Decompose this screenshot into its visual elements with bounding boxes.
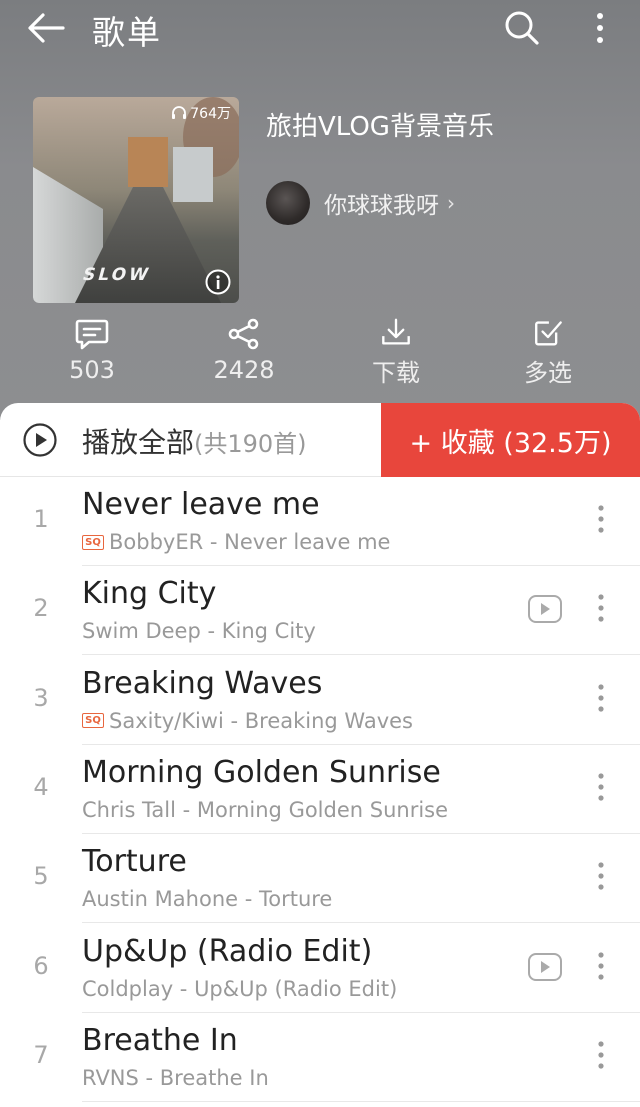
play-all-bar: 播放全部(共190首) + 收藏 (32.5万) [0, 403, 640, 477]
download-label: 下载 [372, 359, 420, 387]
more-vertical-icon [598, 683, 604, 712]
share-count: 2428 [213, 356, 275, 384]
song-more-button[interactable] [588, 856, 614, 896]
more-vertical-icon [598, 951, 604, 980]
sq-quality-badge: SQ [82, 713, 104, 729]
download-button[interactable]: 下载 [346, 318, 446, 388]
multi-select-button[interactable]: 多选 [498, 318, 598, 388]
song-artist-album: SQ BobbyER - Never leave me [82, 530, 390, 554]
song-title: Breathe In [82, 1022, 238, 1058]
song-artist-album: Swim Deep - King City [82, 619, 316, 643]
play-circle-icon [23, 423, 57, 457]
video-play-icon [528, 595, 562, 624]
more-vertical-icon [598, 1041, 604, 1069]
more-options-button[interactable] [585, 6, 615, 50]
song-title: Torture [82, 844, 187, 880]
song-row[interactable]: 6 Up&Up (Radio Edit) Coldplay - Up&Up (Rad… [0, 924, 640, 1013]
cover-house [128, 137, 168, 187]
creator-link[interactable]: 你球球我呀 › [266, 180, 455, 226]
song-title: Never leave me [82, 487, 320, 522]
info-button[interactable] [205, 269, 231, 295]
song-number: 7 [33, 1040, 49, 1069]
song-artist-album: Coldplay - Up&Up (Radio Edit) [82, 977, 397, 1001]
song-title: Breaking Waves [82, 665, 323, 701]
song-artist-album-text: Austin Mahone - Torture [82, 887, 333, 912]
arrow-left-icon [28, 13, 65, 43]
more-vertical-icon [598, 773, 604, 801]
cover-road-text: SLOW [80, 265, 154, 285]
song-title: King City [82, 576, 217, 612]
song-artist-album: RVNS - Breathe In [82, 1066, 269, 1090]
song-row[interactable]: 3 Breaking Waves SQ Saxity/Kiwi - Breaking … [0, 656, 640, 745]
creator-name: 你球球我呀 [324, 193, 439, 219]
more-vertical-icon [598, 505, 604, 533]
info-icon [205, 269, 231, 295]
mv-button[interactable] [527, 952, 563, 982]
sq-quality-badge: SQ [82, 534, 104, 550]
song-number: 1 [33, 505, 49, 533]
search-icon [505, 11, 539, 45]
song-row[interactable]: 4 Morning Golden Sunrise Chris Tall - Morn… [0, 745, 640, 834]
play-all-button[interactable] [22, 422, 58, 458]
top-bar: 歌单 [0, 0, 640, 56]
multi-select-label: 多选 [524, 359, 572, 387]
song-number: 3 [33, 683, 49, 712]
song-artist-album-text: Coldplay - Up&Up (Radio Edit) [82, 976, 398, 1001]
playlist-cover[interactable]: SLOW 764万 [33, 97, 239, 303]
song-list-sheet: 播放全部(共190首) + 收藏 (32.5万) 1 Never leave me… [0, 403, 640, 1107]
playlist-title: 旅拍VLOG背景音乐 [266, 112, 494, 142]
song-row[interactable]: 2 King City Swim Deep - King City [0, 566, 640, 656]
comment-count: 503 [69, 356, 115, 384]
collect-button[interactable]: + 收藏 (32.5万) [381, 403, 640, 477]
song-more-button[interactable] [588, 767, 614, 807]
song-artist-album-text: Saxity/Kiwi - Breaking Waves [109, 708, 413, 733]
share-button[interactable]: 2428 [194, 318, 294, 388]
more-vertical-icon [597, 13, 603, 43]
song-number: 5 [33, 862, 49, 891]
back-button[interactable] [24, 8, 68, 48]
multi-select-icon [535, 321, 562, 346]
cover-house [173, 147, 213, 202]
song-artist-album: Chris Tall - Morning Golden Sunrise [82, 798, 448, 822]
avatar[interactable] [266, 181, 310, 225]
play-count-value: 764万 [190, 106, 231, 122]
play-all-text: 播放全部 [82, 426, 195, 459]
song-number: 4 [33, 772, 49, 801]
share-icon [228, 318, 259, 350]
page-title: 歌单 [92, 13, 162, 52]
song-more-button[interactable] [588, 499, 614, 539]
chevron-right-icon: › [447, 191, 455, 215]
more-vertical-icon [598, 862, 604, 890]
song-count: (共190首) [194, 430, 307, 458]
song-artist-album-text: Swim Deep - King City [82, 619, 316, 644]
more-vertical-icon [598, 594, 604, 622]
song-number: 6 [33, 951, 49, 980]
play-count: 764万 [171, 103, 231, 123]
song-artist-album-text: RVNS - Breathe In [82, 1065, 269, 1090]
song-artist-album-text: Chris Tall - Morning Golden Sunrise [82, 797, 449, 822]
song-title: Up&Up (Radio Edit) [82, 933, 373, 969]
song-row[interactable]: 5 Torture Austin Mahone - Torture [0, 834, 640, 924]
headphones-icon [172, 106, 187, 119]
row-divider [82, 1100, 640, 1102]
song-more-button[interactable] [588, 678, 614, 718]
song-more-button[interactable] [588, 946, 614, 986]
song-more-button[interactable] [588, 588, 614, 628]
play-all-label[interactable]: 播放全部(共190首) [82, 421, 307, 461]
video-play-icon [528, 952, 562, 981]
mv-button[interactable] [527, 594, 563, 624]
download-icon [382, 318, 410, 345]
song-title: Morning Golden Sunrise [82, 754, 441, 790]
song-number: 2 [33, 594, 49, 623]
comment-button[interactable]: 503 [42, 318, 142, 388]
song-more-button[interactable] [588, 1035, 614, 1075]
song-artist-album: Austin Mahone - Torture [82, 887, 332, 911]
comment-icon [75, 319, 109, 350]
playlist-actions: 503 2428 下载 多选 [0, 318, 640, 388]
song-artist-album-text: BobbyER - Never leave me [109, 530, 391, 554]
song-artist-album: SQ Saxity/Kiwi - Breaking Waves [82, 709, 413, 733]
song-row[interactable]: 1 Never leave me SQ BobbyER - Never leave m… [0, 477, 640, 566]
song-row[interactable]: 7 Breathe In RVNS - Breathe In [0, 1013, 640, 1102]
search-button[interactable] [500, 6, 544, 50]
